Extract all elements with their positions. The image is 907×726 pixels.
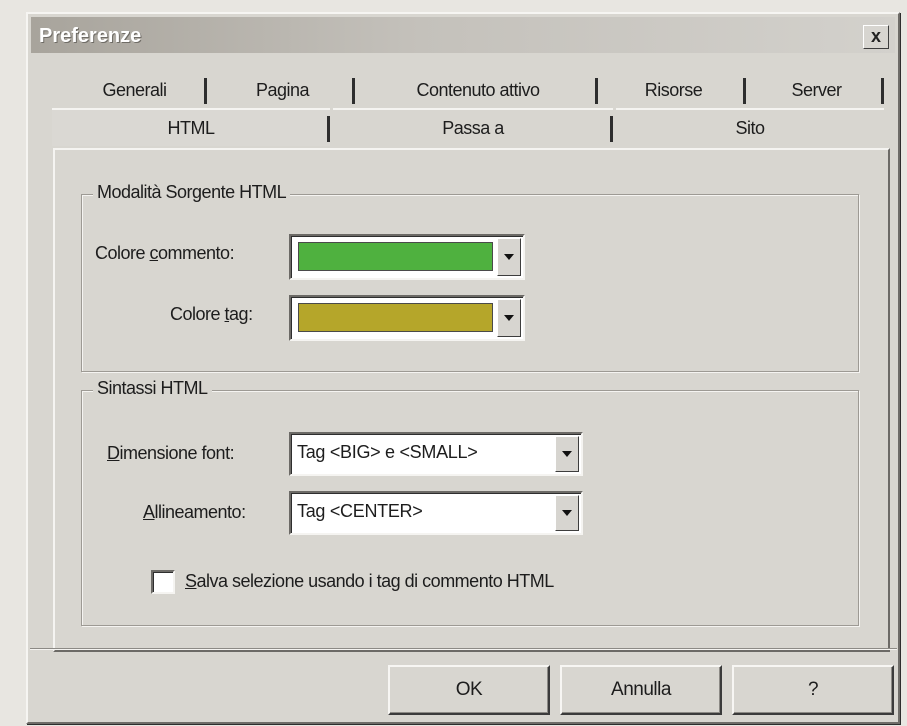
help-button[interactable]: ? [732,665,894,715]
tab-generali[interactable]: Generali [62,72,207,108]
chevron-down-icon [504,254,514,260]
comment-color-swatch [298,242,493,271]
save-selection-checkbox[interactable] [151,570,175,594]
cancel-button-label: Annulla [611,679,671,700]
tab-label: Generali [102,79,167,100]
title-bar: Preferenze x [31,17,895,53]
alignment-dropdown-button[interactable] [555,495,579,531]
tab-label: Server [791,79,842,100]
close-icon: x [870,26,881,46]
tab-separator [743,78,746,104]
tab-label: HTML [167,117,216,138]
ok-button[interactable]: OK [388,665,550,715]
tag-color-dropdown-button[interactable] [497,299,521,337]
font-size-select[interactable]: Tag <BIG> e <SMALL> [289,432,583,476]
tab-passa-a[interactable]: Passa a [333,108,613,146]
tab-label: Sito [735,117,765,138]
tab-separator [595,78,598,104]
tab-separator [610,116,613,142]
save-selection-label[interactable]: Salva selezione usando i tag di commento… [185,571,554,592]
alignment-select[interactable]: Tag <CENTER> [289,491,583,535]
tab-separator [352,78,355,104]
alignment-label: Allineamento: [143,502,246,522]
tab-label: Pagina [255,79,310,100]
window-title: Preferenze [39,25,142,47]
help-button-label: ? [807,679,819,700]
dialog-separator [30,648,897,650]
tab-separator [327,116,330,142]
alignment-value: Tag <CENTER> [297,501,423,521]
tag-color-picker[interactable] [289,295,525,341]
tab-risorse[interactable]: Risorse [601,72,746,108]
tab-panel-html: Modalità Sorgente HTML Colore commento: … [53,148,890,652]
tab-pagina[interactable]: Pagina [210,72,355,108]
tab-label: Contenuto attivo [416,79,540,100]
font-size-value: Tag <BIG> e <SMALL> [297,442,478,462]
tab-contenuto-attivo[interactable]: Contenuto attivo [358,72,598,108]
tab-server[interactable]: Server [749,72,884,108]
tab-label: Risorse [644,79,703,100]
tag-color-swatch [298,303,493,332]
source-mode-group-title: Modalità Sorgente HTML [93,182,291,203]
comment-color-label: Colore commento: [95,243,235,263]
chevron-down-icon [504,315,514,321]
tab-html[interactable]: HTML [52,108,330,146]
html-syntax-group-title: Sintassi HTML [93,378,212,399]
font-size-dropdown-button[interactable] [555,436,579,472]
comment-color-picker[interactable] [289,234,525,280]
close-button[interactable]: x [863,25,889,49]
font-size-label: Dimensione font: [107,443,235,463]
chevron-down-icon [562,510,572,516]
tab-separator [881,78,884,104]
tab-separator [204,78,207,104]
tab-label: Passa a [442,117,504,138]
tab-sito[interactable]: Sito [616,108,884,146]
cancel-button[interactable]: Annulla [560,665,722,715]
tag-color-label: Colore tag: [170,304,253,324]
comment-color-dropdown-button[interactable] [497,238,521,276]
chevron-down-icon [562,451,572,457]
source-mode-group [81,194,859,372]
ok-button-label: OK [455,679,483,700]
